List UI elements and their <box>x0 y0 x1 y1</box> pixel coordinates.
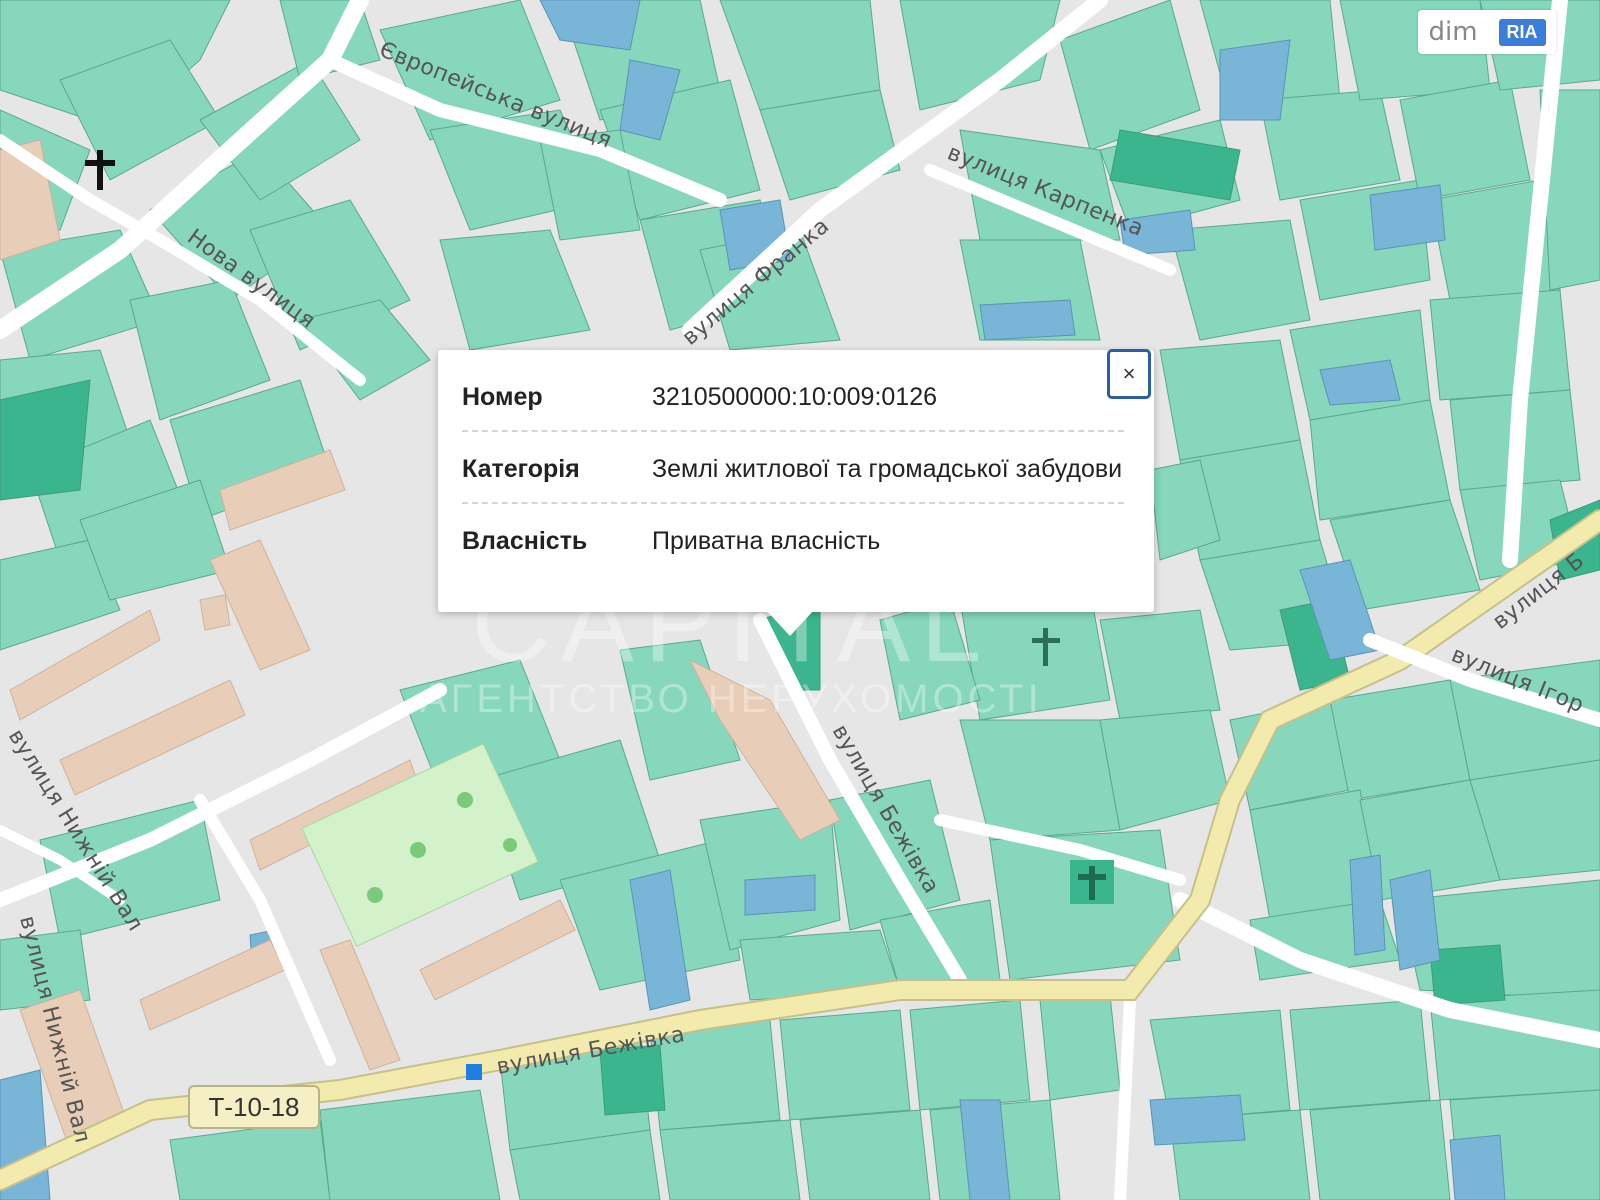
popup-key: Категорія <box>462 455 580 483</box>
close-icon[interactable]: × <box>1123 361 1136 387</box>
logo-dim-text: dim <box>1428 17 1478 47</box>
popup-row-number: Номер 3210500000:10:009:0126 <box>462 374 1124 432</box>
bus-stop-icon <box>466 1064 482 1080</box>
popup-row-ownership: Власність Приватна власність <box>462 518 1124 574</box>
church-icon <box>1070 860 1114 904</box>
cadastral-number: 3210500000:10:009:0126 <box>652 383 938 411</box>
ownership-type: Приватна власність <box>652 527 881 555</box>
close-popup-button[interactable]: × <box>1107 349 1151 399</box>
popup-pointer <box>766 610 814 636</box>
road-number-badge: Т-10-18 <box>188 1085 320 1129</box>
popup-key: Номер <box>462 383 543 411</box>
popup-row-category: Категорія Землі житлової та громадської … <box>462 446 1124 504</box>
logo-ria-badge: RIA <box>1498 18 1546 46</box>
popup-key: Власність <box>462 527 588 555</box>
parcel-info-popup: Номер 3210500000:10:009:0126 Категорія З… <box>438 350 1154 612</box>
dim-ria-logo: dim RIA <box>1418 10 1556 54</box>
land-category: Землі житлової та громадської забудови <box>652 455 1123 483</box>
